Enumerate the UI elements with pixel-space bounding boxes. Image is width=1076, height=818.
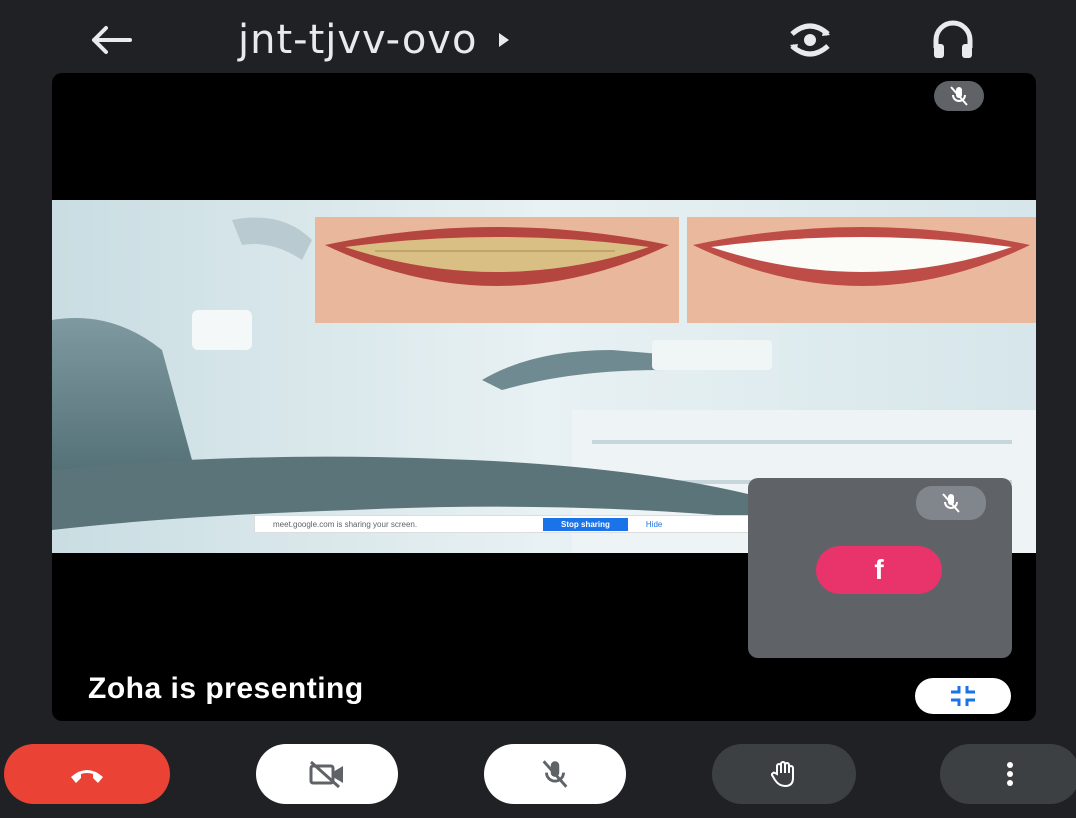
switch-camera-icon — [790, 23, 830, 57]
mic-off-icon — [542, 760, 568, 788]
raise-hand-button[interactable] — [712, 744, 856, 804]
mic-off-icon — [942, 493, 960, 513]
avatar: f — [816, 546, 942, 594]
camera-toggle-button[interactable] — [256, 744, 398, 804]
meeting-title[interactable]: jnt-tjvv-ovo — [238, 12, 510, 68]
end-call-icon — [71, 770, 103, 783]
share-banner-text: meet.google.com is sharing your screen. — [273, 519, 418, 529]
presenter-muted-badge — [934, 81, 984, 111]
exit-fullscreen-icon — [951, 686, 975, 706]
teeth-after-image — [687, 217, 1036, 323]
mic-toggle-button[interactable] — [484, 744, 626, 804]
stop-sharing-button[interactable]: Stop sharing — [543, 517, 628, 531]
switch-camera-button[interactable] — [784, 18, 836, 62]
self-muted-badge — [916, 486, 986, 520]
more-options-button[interactable] — [940, 744, 1076, 804]
more-vert-icon — [1007, 762, 1013, 786]
top-bar — [0, 0, 1076, 76]
exit-fullscreen-button[interactable] — [915, 678, 1011, 714]
teeth-before-image — [315, 217, 679, 323]
mic-off-icon — [950, 86, 968, 106]
arrow-left-icon — [92, 26, 132, 54]
end-call-button[interactable] — [4, 744, 170, 804]
hide-button[interactable]: Hide — [646, 520, 662, 529]
presenter-caption: Zoha is presenting — [88, 672, 364, 705]
meeting-code: jnt-tjvv-ovo — [238, 17, 478, 63]
caret-right-icon — [499, 33, 510, 47]
screen-share-banner: meet.google.com is sharing your screen. … — [254, 515, 796, 533]
headphones-icon — [933, 20, 973, 58]
audio-output-button[interactable] — [930, 18, 976, 62]
raise-hand-icon — [771, 761, 794, 788]
camera-off-icon — [309, 760, 343, 789]
back-button[interactable] — [86, 18, 136, 62]
